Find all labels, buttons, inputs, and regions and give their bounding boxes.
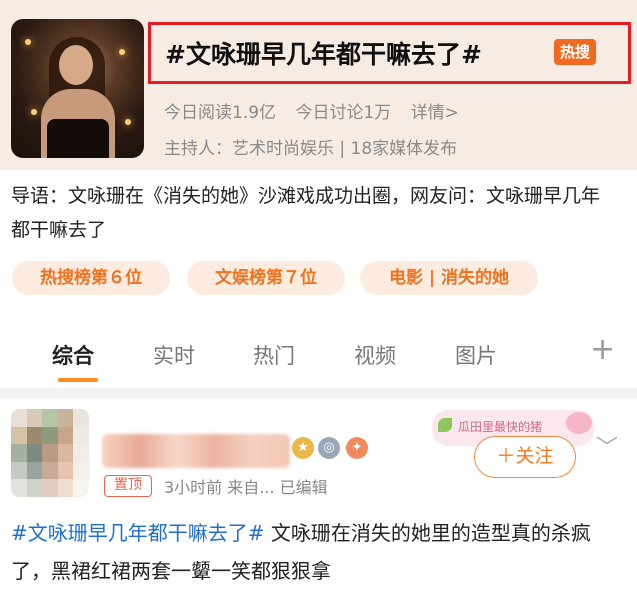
topic-host[interactable]: 主持人：艺术时尚娱乐 | 18家媒体发布 (164, 134, 457, 159)
follow-button[interactable]: ＋关注 (474, 436, 576, 478)
avatar[interactable] (11, 409, 89, 497)
discuss-count: 今日讨论1万 (295, 103, 392, 123)
leaf-icon (438, 418, 452, 432)
koi-fish-icon: ✦ (346, 437, 368, 459)
post-meta: 3小时前 来自... 已编辑 (164, 478, 328, 497)
chip-ent-rank[interactable]: 文娱榜第７位 (187, 261, 345, 295)
tab-video[interactable]: 视频 (354, 340, 396, 370)
username-blurred[interactable] (102, 434, 290, 468)
topic-title-highlight: #文咏珊早几年都干嘛去了# 热搜 (148, 22, 631, 84)
decor-text: 瓜田里最快的猪 (458, 420, 543, 434)
details-link[interactable]: 详情> (411, 103, 459, 123)
add-tab-icon[interactable]: + (590, 332, 615, 367)
post-hashtag[interactable]: #文咏珊早几年都干嘛去了# (11, 521, 265, 545)
chip-movie[interactable]: 电影 | 消失的她 (360, 261, 538, 295)
topic-guide: 导语：文咏珊在《消失的她》沙滩戏成功出圈，网友问：文咏珊早几年都干嘛去了 (11, 185, 601, 241)
pig-icon (566, 412, 592, 434)
tab-hot[interactable]: 热门 (253, 340, 295, 370)
hot-badge: 热搜 (554, 39, 596, 65)
topic-title: #文咏珊早几年都干嘛去了# (165, 40, 482, 69)
active-tab-indicator (58, 378, 98, 382)
vip-level-icon: ★ (292, 437, 314, 459)
read-count: 今日阅读1.9亿 (164, 103, 277, 123)
tab-realtime[interactable]: 实时 (153, 340, 195, 370)
medal-icon: ◎ (318, 437, 340, 459)
topic-stats: 今日阅读1.9亿 今日讨论1万 详情> (164, 98, 473, 123)
chip-hot-rank[interactable]: 热搜榜第６位 (12, 261, 170, 295)
tab-bar: 综合 实时 热门 视频 图片 + (0, 316, 637, 388)
chevron-down-icon[interactable]: ﹀ (596, 430, 618, 462)
tab-image[interactable]: 图片 (455, 340, 497, 370)
topic-cover-image[interactable] (11, 19, 144, 158)
tab-comprehensive[interactable]: 综合 (52, 340, 94, 370)
pinned-badge: 置顶 (104, 475, 152, 497)
post-text: #文咏珊早几年都干嘛去了# 文咏珊在消失的她里的造型真的杀疯了，黑裙红裙两套一颦… (11, 514, 626, 590)
section-divider (0, 388, 637, 398)
